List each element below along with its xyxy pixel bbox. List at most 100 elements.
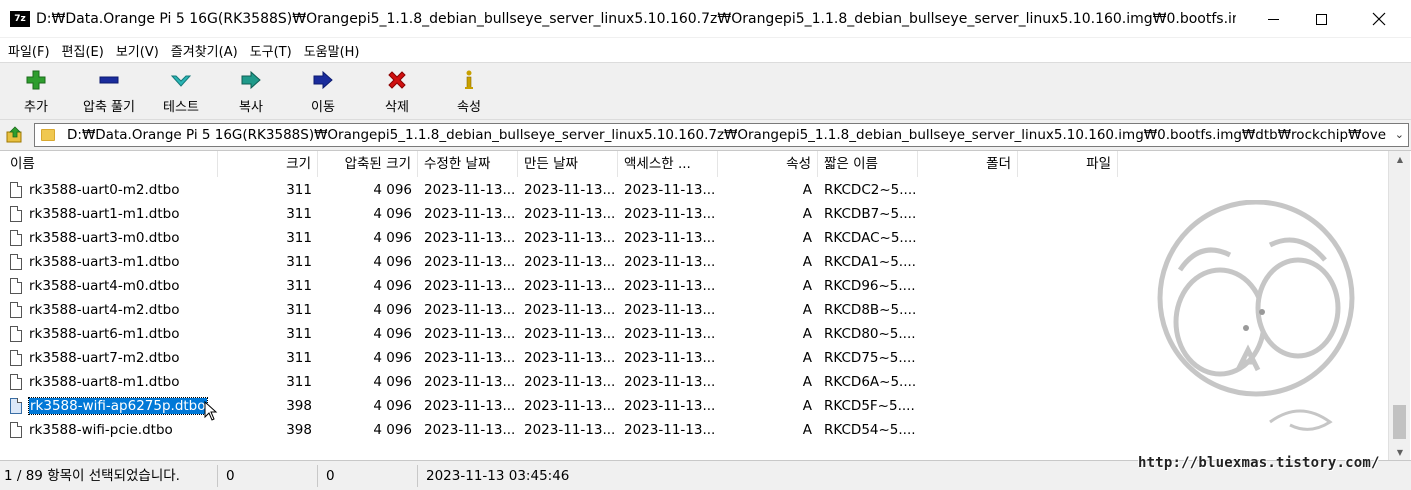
- cell-created: 2023-11-13...: [524, 182, 616, 198]
- cell-packed-size: 4 096: [373, 302, 412, 318]
- menu-favorites[interactable]: 즐겨찾기(A): [165, 41, 244, 60]
- cell-created: 2023-11-13...: [524, 398, 616, 414]
- column-header-folders[interactable]: 폴더: [918, 151, 1018, 177]
- cell-file-name[interactable]: rk3588-uart6-m1.dtbo: [28, 322, 214, 346]
- add-button[interactable]: 추가: [14, 65, 58, 117]
- vertical-scrollbar[interactable]: ▲ ▼: [1388, 151, 1410, 461]
- cell-accessed: 2023-11-13...: [624, 206, 716, 222]
- cell-modified: 2023-11-13...: [424, 422, 516, 438]
- cell-attributes: A: [802, 182, 812, 198]
- delete-x-icon: [386, 69, 408, 91]
- file-name-text: rk3588-uart6-m1.dtbo: [29, 326, 180, 342]
- file-name-text: rk3588-uart0-m2.dtbo: [29, 182, 180, 198]
- cell-file-name[interactable]: rk3588-wifi-ap6275p.dtbo: [28, 394, 214, 418]
- move-label: 이동: [311, 100, 335, 115]
- list-header: 이름 크기 압축된 크기 수정한 날짜 만든 날짜 액세스한 ... 속성 짧은…: [0, 151, 1388, 177]
- cell-size: 398: [286, 422, 312, 438]
- cell-accessed: 2023-11-13...: [624, 374, 716, 390]
- copy-button[interactable]: 복사: [228, 65, 274, 117]
- delete-button[interactable]: 삭제: [374, 65, 420, 117]
- minimize-icon: [1267, 18, 1279, 20]
- menu-file[interactable]: 파일(F): [2, 41, 56, 60]
- minimize-button[interactable]: [1250, 0, 1296, 38]
- cell-created: 2023-11-13...: [524, 278, 616, 294]
- maximize-button[interactable]: [1298, 0, 1344, 38]
- menu-bar: 파일(F) 편집(E) 보기(V) 즐겨찾기(A) 도구(T) 도움말(H): [0, 38, 1411, 62]
- cell-short-name: RKCD8B~5....: [824, 302, 917, 318]
- cell-short-name: RKCD96~5....: [824, 278, 916, 294]
- column-header-accessed[interactable]: 액세스한 ...: [618, 151, 718, 177]
- cell-file-name[interactable]: rk3588-uart0-m2.dtbo: [28, 178, 214, 202]
- cell-size: 398: [286, 398, 312, 414]
- file-icon: [10, 350, 22, 366]
- cell-accessed: 2023-11-13...: [624, 398, 716, 414]
- address-bar: D:₩Data.Orange Pi 5 16G(RK3588S)₩Orangep…: [0, 120, 1411, 150]
- column-header-name[interactable]: 이름: [4, 151, 218, 177]
- cell-created: 2023-11-13...: [524, 374, 616, 390]
- menu-view[interactable]: 보기(V): [110, 41, 165, 60]
- column-header-modified[interactable]: 수정한 날짜: [418, 151, 518, 177]
- column-header-created[interactable]: 만든 날짜: [518, 151, 618, 177]
- file-name-text: rk3588-uart4-m0.dtbo: [29, 278, 180, 294]
- test-label: 테스트: [163, 100, 199, 115]
- cell-file-name[interactable]: rk3588-uart8-m1.dtbo: [28, 370, 214, 394]
- cell-file-name[interactable]: rk3588-uart3-m1.dtbo: [28, 250, 214, 274]
- cell-short-name: RKCD80~5....: [824, 326, 916, 342]
- cell-packed-size: 4 096: [373, 350, 412, 366]
- address-path-field[interactable]: D:₩Data.Orange Pi 5 16G(RK3588S)₩Orangep…: [34, 123, 1409, 147]
- plus-icon: [25, 69, 47, 91]
- scroll-down-icon[interactable]: ▼: [1389, 444, 1411, 461]
- cell-size: 311: [286, 278, 312, 294]
- menu-help[interactable]: 도움말(H): [298, 41, 366, 60]
- cell-size: 311: [286, 350, 312, 366]
- scroll-up-icon[interactable]: ▲: [1389, 151, 1411, 168]
- cell-created: 2023-11-13...: [524, 350, 616, 366]
- chevron-down-icon[interactable]: ⌄: [1395, 128, 1404, 141]
- copy-label: 복사: [239, 100, 263, 115]
- cell-file-name[interactable]: rk3588-uart4-m0.dtbo: [28, 274, 214, 298]
- cell-file-name[interactable]: rk3588-uart7-m2.dtbo: [28, 346, 214, 370]
- cell-size: 311: [286, 374, 312, 390]
- folder-up-icon[interactable]: [6, 126, 24, 144]
- check-icon: [170, 69, 192, 91]
- column-header-attributes[interactable]: 속성: [718, 151, 818, 177]
- menu-tools[interactable]: 도구(T): [244, 41, 298, 60]
- menu-edit[interactable]: 편집(E): [56, 41, 110, 60]
- cell-attributes: A: [802, 230, 812, 246]
- scroll-thumb[interactable]: [1393, 405, 1406, 439]
- delete-label: 삭제: [385, 100, 409, 115]
- cell-modified: 2023-11-13...: [424, 326, 516, 342]
- file-icon: [10, 206, 22, 222]
- file-name-text: rk3588-uart1-m1.dtbo: [29, 206, 180, 222]
- column-header-files[interactable]: 파일: [1018, 151, 1118, 177]
- address-path-text: D:₩Data.Orange Pi 5 16G(RK3588S)₩Orangep…: [67, 127, 1387, 143]
- table-row[interactable]: rk3588-uart0-m2.dtbo 311 4 096 2023-11-13..…: [0, 178, 1388, 202]
- window-title: D:₩Data.Orange Pi 5 16G(RK3588S)₩Orangep…: [36, 10, 1236, 27]
- properties-label: 속성: [457, 100, 481, 115]
- properties-button[interactable]: 속성: [446, 65, 492, 117]
- cell-attributes: A: [802, 278, 812, 294]
- cell-file-name[interactable]: rk3588-uart4-m2.dtbo: [28, 298, 214, 322]
- cell-short-name: RKCDAC~5....: [824, 230, 917, 246]
- cell-file-name[interactable]: rk3588-uart3-m0.dtbo: [28, 226, 214, 250]
- column-header-size[interactable]: 크기: [218, 151, 318, 177]
- cell-file-name[interactable]: rk3588-uart1-m1.dtbo: [28, 202, 214, 226]
- add-label: 추가: [24, 100, 48, 115]
- cell-file-name[interactable]: rk3588-wifi-pcie.dtbo: [28, 418, 214, 442]
- cell-packed-size: 4 096: [373, 254, 412, 270]
- cell-size: 311: [286, 230, 312, 246]
- title-bar: 7z D:₩Data.Orange Pi 5 16G(RK3588S)₩Oran…: [0, 0, 1411, 38]
- cell-short-name: RKCD54~5....: [824, 422, 916, 438]
- column-header-short-name[interactable]: 짧은 이름: [818, 151, 918, 177]
- cell-accessed: 2023-11-13...: [624, 326, 716, 342]
- move-button[interactable]: 이동: [300, 65, 346, 117]
- extract-button[interactable]: 압축 풀기: [72, 65, 146, 117]
- cell-modified: 2023-11-13...: [424, 230, 516, 246]
- column-header-packed-size[interactable]: 압축된 크기: [318, 151, 418, 177]
- test-button[interactable]: 테스트: [156, 65, 206, 117]
- close-button[interactable]: [1356, 0, 1402, 38]
- file-name-text: rk3588-wifi-pcie.dtbo: [29, 422, 173, 438]
- cell-size: 311: [286, 254, 312, 270]
- file-name-text: rk3588-uart3-m1.dtbo: [29, 254, 180, 270]
- cell-modified: 2023-11-13...: [424, 398, 516, 414]
